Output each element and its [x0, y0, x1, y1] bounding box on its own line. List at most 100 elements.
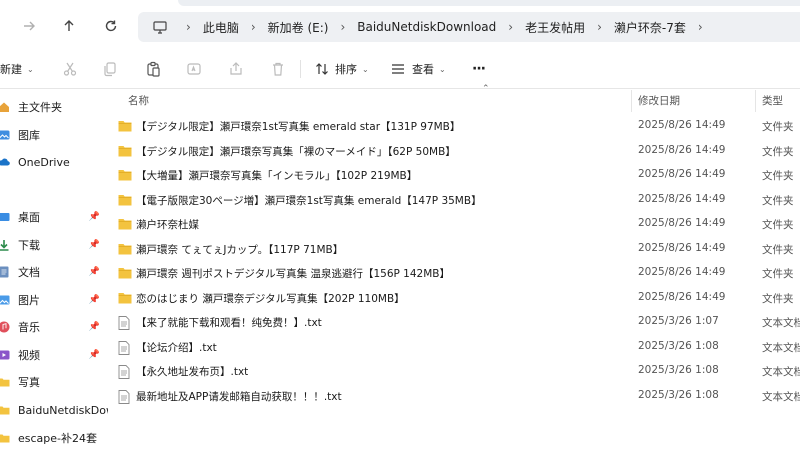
cut-button[interactable] [62, 58, 78, 80]
file-row[interactable]: 瀬戸環奈 週刊ポストデジタル写真集 温泉逃避行【156P 142MB】 2025… [108, 261, 800, 285]
file-type: 文件夹 [762, 292, 794, 305]
download-icon [0, 240, 9, 251]
file-row[interactable]: 最新地址及APP请发邮箱自动获取！！！.txt 2025/3/26 1:08 文… [108, 384, 800, 408]
file-date: 2025/8/26 14:49 [638, 119, 726, 131]
up-button[interactable] [56, 14, 82, 38]
share-icon [230, 62, 242, 75]
file-name: 瀬戸環奈 てぇてぇJカップ。【117P 71MB】 [136, 243, 344, 256]
file-row[interactable]: 【電子版限定30ページ増】瀬戸環奈1st写真集 emerald【147P 35M… [108, 188, 800, 212]
column-header-name[interactable]: 名称 [128, 93, 149, 108]
sidebar-item-label: 图片 [18, 294, 40, 307]
sidebar-item-baidunetdisk[interactable]: BaiduNetdiskDow [0, 398, 108, 422]
pin-icon: 📌 [88, 267, 100, 277]
sidebar-item-downloads[interactable]: 下载 📌 [0, 233, 108, 257]
forward-button[interactable] [16, 14, 42, 38]
column-header-type[interactable]: 类型 [762, 93, 783, 108]
file-type: 文件夹 [762, 219, 794, 231]
copy-button[interactable] [102, 58, 118, 80]
sidebar-item-xiezhen[interactable]: 写真 [0, 370, 108, 394]
sidebar-item-escape[interactable]: escape-补24套 [0, 426, 108, 450]
file-row[interactable]: 瀬戸環奈 てぇてぇJカップ。【117P 71MB】 2025/8/26 14:4… [108, 237, 800, 261]
sort-ascending-icon: ⌃ [482, 84, 490, 94]
chevron-right-icon: › [250, 20, 256, 34]
file-date: 2025/3/26 1:08 [638, 388, 719, 401]
breadcrumb-item-current[interactable]: 濑户环奈-7套 [614, 19, 686, 36]
sidebar-item-videos[interactable]: 视频 📌 [0, 343, 108, 367]
paste-icon [147, 61, 160, 77]
file-row[interactable]: 【大増量】瀬戸環奈写真集「インモラル」【102P 219MB】 2025/8/2… [108, 163, 800, 187]
column-divider[interactable] [755, 90, 756, 112]
refresh-button[interactable] [98, 14, 124, 38]
file-type: 文件夹 [762, 243, 794, 256]
text-file-icon [118, 365, 130, 379]
file-row[interactable]: 濑户环奈杜媒 2025/8/26 14:49 文件夹 [108, 212, 800, 236]
sidebar-item-documents[interactable]: 文档 📌 [0, 260, 108, 284]
sidebar-item-label: 音乐 [18, 321, 40, 334]
file-row[interactable]: 【デジタル限定】瀬戸環奈1st写真集 emerald star【131P 97M… [108, 114, 800, 138]
file-name: 最新地址及APP请发邮箱自动获取！！！.txt [136, 390, 342, 403]
file-name: 【论坛介绍】.txt [136, 341, 217, 354]
sidebar-item-label: 桌面 [18, 211, 40, 224]
file-date: 2025/3/26 1:08 [638, 339, 719, 352]
pin-icon: 📌 [88, 350, 100, 360]
paste-button[interactable] [145, 58, 161, 80]
more-options-button[interactable]: ··· [472, 58, 486, 80]
sort-icon [316, 63, 328, 75]
pin-icon: 📌 [88, 240, 100, 250]
file-name: 【デジタル限定】瀬戸環奈写真集「裸のマーメイド」【62P 50MB】 [136, 145, 456, 158]
folder-icon [0, 406, 10, 415]
file-row[interactable]: 【来了就能下载和观看！纯免费！】.txt 2025/3/26 1:07 文本文档 [108, 310, 800, 334]
sidebar-item-home[interactable]: 主文件夹 [0, 95, 108, 119]
column-header-date[interactable]: 修改日期 [638, 93, 680, 108]
view-button[interactable]: 查看 ⌄ [390, 58, 446, 80]
chevron-right-icon: › [186, 20, 191, 34]
pin-icon: 📌 [88, 322, 100, 332]
sidebar-item-label: BaiduNetdiskDow [18, 403, 108, 417]
sidebar-item-gallery[interactable]: 图库 [0, 123, 108, 147]
file-row[interactable]: 【永久地址发布页】.txt 2025/3/26 1:08 文本文档 [108, 359, 800, 383]
command-bar: 新建 ⌄ 排序 ⌄ 查看 ⌄ ··· [0, 50, 800, 89]
address-bar[interactable]: › 此电脑 › 新加卷 (E:) › BaiduNetdiskDownload … [138, 12, 800, 42]
file-type: 文件夹 [762, 194, 794, 207]
file-name: 【永久地址发布页】.txt [136, 366, 249, 378]
pin-icon: 📌 [88, 212, 100, 222]
file-row[interactable]: 【论坛介绍】.txt 2025/3/26 1:08 文本文档 [108, 335, 800, 359]
chevron-down-icon: ⌄ [439, 64, 446, 74]
sidebar-item-pictures[interactable]: 图片 📌 [0, 288, 108, 312]
column-divider[interactable] [631, 90, 632, 112]
file-date: 2025/8/26 14:49 [638, 241, 726, 254]
file-type: 文件夹 [762, 121, 794, 133]
sidebar-item-music[interactable]: 音乐 📌 [0, 315, 108, 339]
sidebar-item-label: 文档 [18, 266, 40, 279]
folder-icon [0, 378, 10, 387]
file-name: 【来了就能下载和观看！纯免费！】.txt [136, 317, 322, 329]
gallery-icon [0, 130, 10, 140]
delete-button[interactable] [270, 58, 286, 80]
folder-icon [118, 145, 132, 156]
breadcrumb-item-this-pc[interactable]: 此电脑 [203, 19, 239, 36]
desktop-icon [0, 213, 10, 221]
folder-icon [118, 194, 132, 205]
file-date: 2025/3/26 1:07 [638, 315, 719, 327]
breadcrumb-item-drive[interactable]: 新加卷 (E:) [268, 19, 329, 36]
new-button[interactable]: 新建 ⌄ [0, 58, 34, 80]
file-name: 【電子版限定30ページ増】瀬戸環奈1st写真集 emerald【147P 35M… [136, 194, 482, 207]
breadcrumb-item-baidu[interactable]: BaiduNetdiskDownload [357, 20, 496, 34]
view-label: 查看 [412, 63, 434, 76]
navigation-bar: › 此电脑 › 新加卷 (E:) › BaiduNetdiskDownload … [0, 6, 800, 46]
file-name: 【デジタル限定】瀬戸環奈1st写真集 emerald star【131P 97M… [136, 121, 461, 133]
breadcrumb-item-laowang[interactable]: 老王发帖用 [525, 19, 585, 36]
navigation-pane: 主文件夹 图库 OneDrive 桌面 📌 下载 📌 文档 📌 图片 📌 音乐 … [0, 89, 108, 455]
file-row[interactable]: 【デジタル限定】瀬戸環奈写真集「裸のマーメイド」【62P 50MB】 2025/… [108, 139, 800, 163]
sort-button[interactable]: 排序 ⌄ [314, 58, 369, 80]
folder-icon [118, 121, 132, 132]
file-row[interactable]: 恋のはじまり 瀬戸環奈デジタル写真集【202P 110MB】 2025/8/26… [108, 286, 800, 310]
sidebar-item-label: OneDrive [18, 155, 70, 169]
file-type: 文本文档 [762, 366, 800, 378]
sidebar-item-onedrive[interactable]: OneDrive [0, 150, 108, 174]
sidebar-item-desktop[interactable]: 桌面 📌 [0, 205, 108, 229]
scissors-icon [63, 62, 77, 76]
share-button[interactable] [228, 58, 244, 80]
chevron-down-icon: ⌄ [27, 64, 34, 74]
rename-button[interactable] [186, 58, 202, 80]
